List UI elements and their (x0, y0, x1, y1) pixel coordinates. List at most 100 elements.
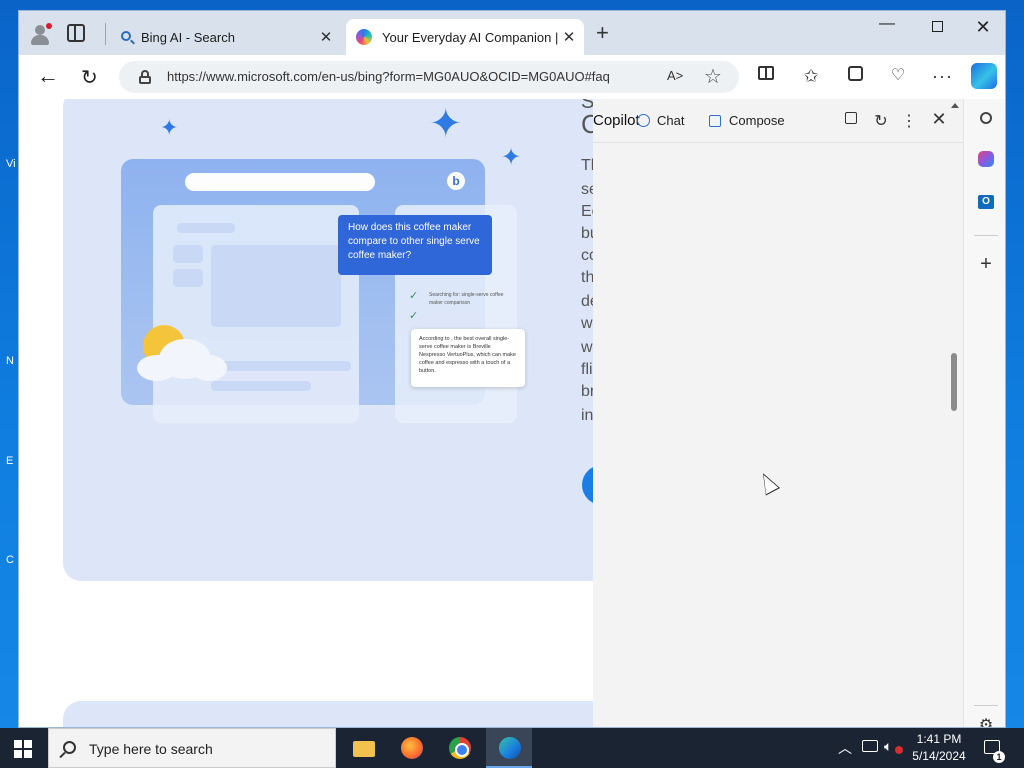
taskbar-search-placeholder: Type here to search (89, 741, 213, 757)
sparkle-icon: ✦ (429, 102, 463, 146)
split-screen-icon (758, 66, 774, 80)
profile-avatar-icon[interactable] (29, 23, 52, 45)
lock-icon[interactable] (139, 70, 151, 84)
browser-window: Bing AI - Search ✕ Your Everyday AI Comp… (18, 10, 1006, 728)
browser-essentials-button[interactable]: ♡ (888, 66, 908, 86)
address-bar[interactable]: https://www.microsoft.com/en-us/bing?for… (119, 61, 739, 93)
check-icon: ✓ (409, 290, 419, 302)
copilot-sidebar-pane: Copilot Chat Compose ↻ ⋮ ✕ (593, 99, 963, 727)
back-button[interactable]: ← (37, 63, 59, 89)
volume-icon[interactable]: 🔈︎ (884, 738, 892, 768)
file-explorer-taskbar-button[interactable] (340, 728, 386, 768)
tab-actions-icon[interactable] (67, 24, 85, 42)
taskbar: Type here to search ︿ 🔈︎ 1:41 PM 5/14/20… (0, 728, 1024, 768)
collections-icon (847, 66, 863, 81)
check-icon: ✓ (409, 310, 419, 322)
tab-close-icon[interactable]: ✕ (315, 28, 337, 46)
copilot-refresh-button[interactable]: ↻ (871, 111, 891, 131)
maximize-icon (931, 21, 943, 32)
tab-strip: Bing AI - Search ✕ Your Everyday AI Comp… (19, 11, 1005, 55)
desktop-icon-label[interactable]: E (6, 455, 13, 467)
favorite-star-icon[interactable]: ☆ (704, 64, 722, 89)
network-icon[interactable] (862, 740, 878, 752)
chrome-icon (449, 737, 471, 759)
copilot-close-button[interactable]: ✕ (929, 109, 949, 130)
answer-bubble: According to , the best overall single-s… (411, 329, 525, 387)
copilot-header: Copilot Chat Compose ↻ ⋮ ✕ (593, 99, 963, 143)
tab-title: Your Everyday AI Companion | M (382, 29, 558, 45)
chat-icon (637, 114, 650, 127)
url-text[interactable]: https://www.microsoft.com/en-us/bing?for… (167, 69, 610, 84)
copilot-button[interactable] (971, 63, 997, 89)
searching-text: Searching for: single-serve coffee (429, 292, 504, 298)
sidebar-add-button[interactable]: + (976, 253, 996, 275)
copilot-chat-tab[interactable]: Chat (637, 113, 684, 128)
copilot-icon (356, 29, 372, 45)
notification-badge: 1 (993, 751, 1005, 763)
tab-bing-search[interactable]: Bing AI - Search ✕ (109, 19, 341, 55)
illustration-address-bar (185, 173, 375, 191)
outlook-icon: O (978, 195, 994, 209)
chrome-taskbar-button[interactable] (436, 728, 482, 768)
copilot-compose-tab[interactable]: Compose (709, 113, 785, 128)
scrollbar[interactable] (947, 99, 961, 727)
navigation-bar: ← ↻ https://www.microsoft.com/en-us/bing… (19, 55, 1005, 99)
search-icon (121, 30, 131, 41)
copilot-more-button[interactable]: ⋮ (899, 111, 919, 131)
edge-icon (499, 737, 521, 759)
desktop-icon-label[interactable]: Vi (6, 158, 16, 170)
tab-copilot[interactable]: Your Everyday AI Companion | M ✕ (346, 19, 584, 55)
next-section-card (63, 701, 593, 727)
show-hidden-icons-button[interactable]: ︿ (838, 738, 852, 768)
desktop-icon-label[interactable]: N (6, 355, 14, 367)
minimize-button[interactable]: — (864, 15, 910, 33)
clock-date: 5/14/2024 (912, 749, 966, 763)
maximize-button[interactable] (914, 17, 960, 37)
sidebar-settings-gear-icon[interactable]: ⚙ (976, 715, 996, 727)
open-in-new-tab-button[interactable] (841, 111, 861, 128)
start-button[interactable] (14, 740, 32, 758)
refresh-button[interactable]: ↻ (81, 65, 98, 90)
compose-tab-label: Compose (729, 113, 785, 128)
open-external-icon (845, 112, 857, 124)
notification-dot (46, 23, 52, 29)
compose-icon (709, 114, 721, 127)
weather-cloud-icon (137, 325, 229, 385)
searching-text: maker comparison (429, 300, 471, 306)
edge-taskbar-button[interactable] (486, 728, 532, 768)
firefox-icon (401, 737, 423, 759)
scrollbar-thumb[interactable] (951, 353, 957, 411)
sidebar-search-button[interactable] (976, 111, 996, 131)
chat-tab-label: Chat (657, 113, 685, 128)
close-window-button[interactable]: ✕ (960, 17, 1005, 38)
tab-close-icon[interactable]: ✕ (558, 28, 580, 46)
search-icon (63, 741, 76, 754)
taskbar-search-box[interactable]: Type here to search (48, 728, 336, 768)
clock-time: 1:41 PM (916, 732, 962, 746)
desktop-icon-label[interactable]: C (6, 554, 14, 566)
read-aloud-icon[interactable]: A˃ (667, 68, 683, 83)
divider (974, 235, 998, 236)
muted-indicator-icon (895, 746, 903, 754)
collections-button[interactable] (845, 66, 865, 86)
firefox-taskbar-button[interactable] (388, 728, 434, 768)
divider (974, 705, 998, 706)
bing-logo-icon: b (447, 172, 465, 190)
sidebar-outlook-button[interactable]: O (976, 191, 996, 211)
more-menu-button[interactable]: ··· (932, 66, 952, 86)
split-screen-button[interactable] (756, 66, 776, 86)
search-icon (980, 112, 992, 124)
scroll-up-arrow-icon[interactable] (951, 103, 959, 108)
sparkle-icon: ✦ (160, 115, 179, 140)
divider (105, 23, 106, 45)
web-page: ✦ ✦ ✦ b How does this coffee maker compa… (19, 99, 593, 727)
clock[interactable]: 1:41 PM 5/14/2024 (908, 731, 970, 765)
favorites-button[interactable]: ✩ (801, 66, 821, 86)
illustration-page (153, 205, 359, 423)
edge-sidebar: O + ⚙ (963, 99, 1005, 727)
folder-icon (353, 741, 375, 757)
microsoft-365-icon (978, 151, 994, 167)
sidebar-m365-button[interactable] (976, 151, 996, 171)
new-tab-button[interactable]: + (596, 22, 609, 44)
question-bubble: How does this coffee maker compare to ot… (338, 215, 492, 275)
